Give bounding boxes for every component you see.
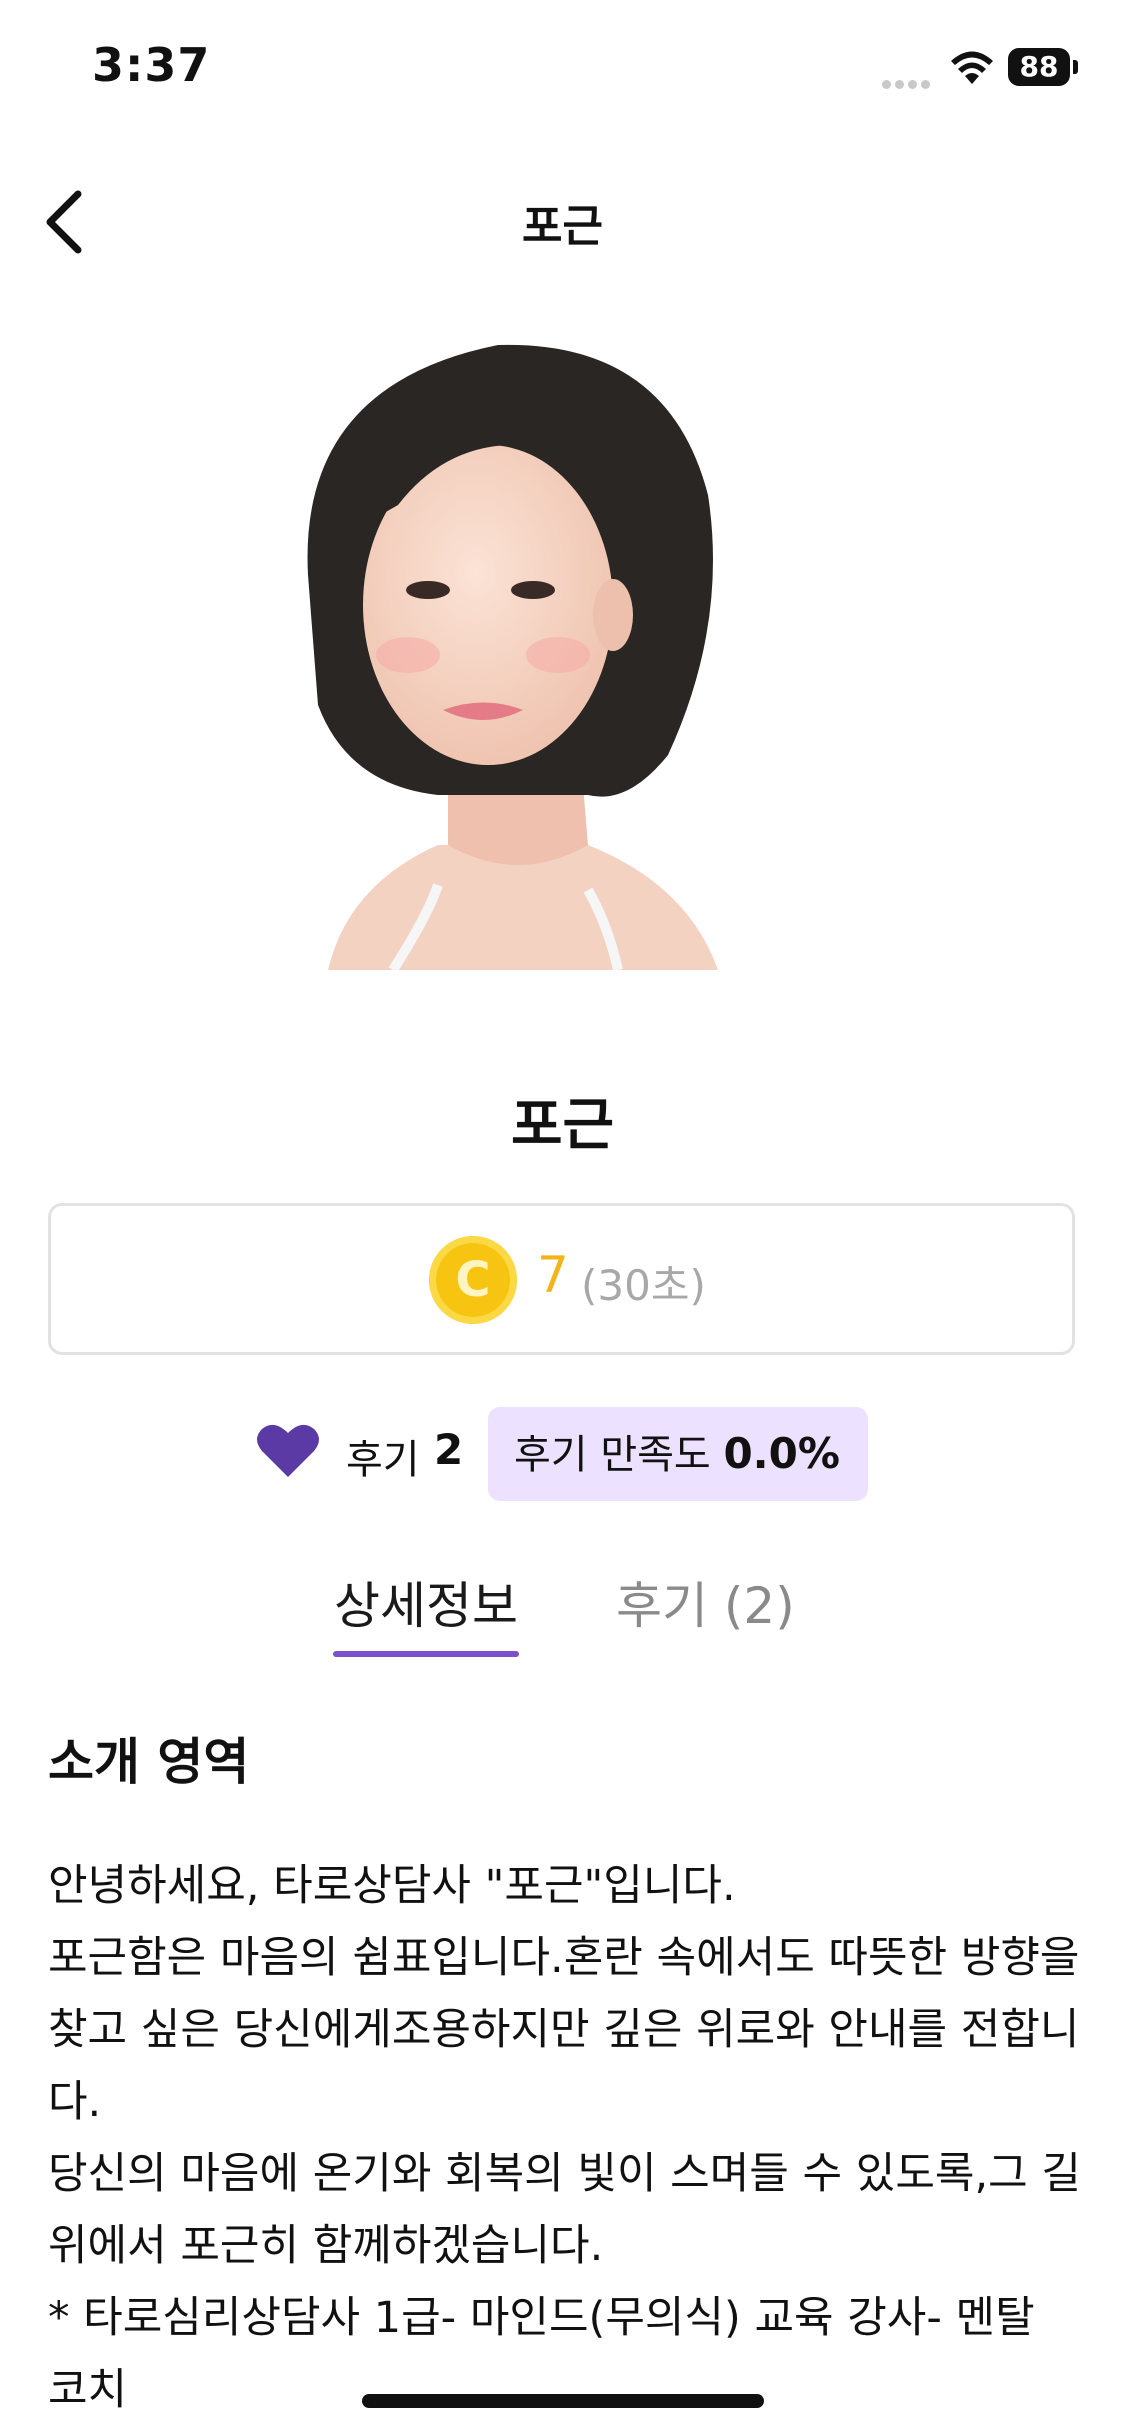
wifi-icon: [951, 51, 993, 84]
battery-level: 88: [1008, 48, 1070, 86]
review-count: 2: [434, 1425, 464, 1474]
tab-reviews[interactable]: 후기 (2): [616, 1566, 795, 1638]
satisfaction-value: 0.0%: [723, 1429, 840, 1478]
intro-paragraph: 포근함은 마음의 쉼표입니다.혼란 속에서도 따뜻한 방향을 찾고 싶은 당신에…: [48, 1933, 1080, 2127]
page-title: 포근: [522, 201, 603, 252]
status-time: 3:37: [92, 38, 211, 92]
intro-paragraph: 안녕하세요, 타로상담사 "포근"입니다.: [48, 1861, 736, 1911]
home-indicator[interactable]: [362, 2394, 764, 2408]
satisfaction-badge: 후기 만족도 0.0%: [488, 1407, 868, 1501]
review-stats: 후기 2 후기 만족도 0.0%: [0, 1405, 1125, 1501]
tab-details[interactable]: 상세정보: [334, 1566, 518, 1638]
intro-paragraph: 당신의 마음에 온기와 회복의 빛이 스며들 수 있도록,그 길 위에서 포근히…: [48, 2149, 1081, 2271]
active-tab-indicator: [333, 1651, 519, 1657]
price-unit: (30초): [581, 1261, 706, 1310]
status-bar: 3:37 88: [0, 0, 1125, 140]
heart-icon: [257, 1424, 319, 1477]
price-box[interactable]: C 7 (30초): [48, 1203, 1075, 1355]
intro-text: 안녕하세요, 타로상담사 "포근"입니다. 포근함은 마음의 쉼표입니다.혼란 …: [48, 1850, 1083, 2426]
profile-name: 포근: [510, 1093, 615, 1158]
price-amount: 7: [537, 1246, 569, 1304]
nav-bar: 포근: [0, 160, 1125, 280]
cellular-signal-icon: [882, 74, 934, 89]
review-label: 후기: [346, 1437, 420, 1483]
detail-tabs: 상세정보 후기 (2): [0, 1550, 1125, 1660]
satisfaction-label: 후기 만족도: [514, 1432, 711, 1478]
profile-photo: [288, 325, 742, 970]
intro-section-title: 소개 영역: [48, 1733, 250, 1791]
coin-icon: C: [429, 1236, 517, 1324]
battery-icon: 88: [1008, 48, 1080, 86]
